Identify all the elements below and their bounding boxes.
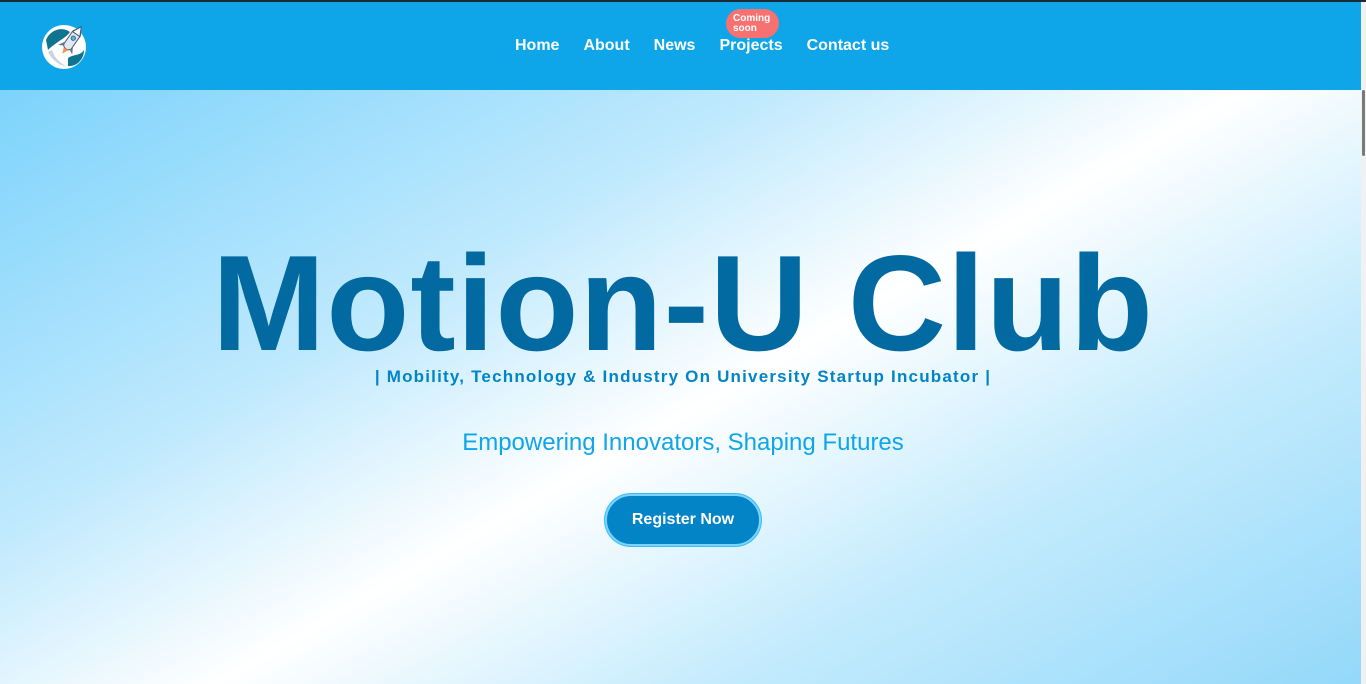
nav-contact[interactable]: Contact us — [807, 36, 890, 56]
nav-about[interactable]: About — [583, 36, 629, 56]
nav-home[interactable]: Home — [515, 36, 559, 56]
hero-title: Motion-U Club — [211, 227, 1155, 379]
hero-subtitle: Empowering Innovators, Shaping Futures — [462, 429, 904, 456]
navbar: Home About News Projects Contact us Comi… — [0, 0, 1366, 90]
scrollbar-thumb[interactable] — [1362, 90, 1365, 156]
projects-coming-soon-badge: Coming soon — [726, 9, 779, 38]
hero-section: Motion-U Club | Mobility, Technology & I… — [0, 90, 1366, 684]
nav-news[interactable]: News — [654, 36, 696, 56]
hero-tagline: | Mobility, Technology & Industry On Uni… — [374, 367, 992, 386]
nav-projects[interactable]: Projects — [719, 36, 782, 56]
main-nav: Home About News Projects Contact us — [515, 36, 889, 56]
window-top-border — [0, 0, 1366, 2]
rocket-globe-icon[interactable] — [40, 20, 88, 70]
page-scrollbar[interactable] — [1361, 2, 1366, 684]
badge-line-2: soon — [733, 23, 757, 34]
register-now-button[interactable]: Register Now — [605, 494, 761, 546]
